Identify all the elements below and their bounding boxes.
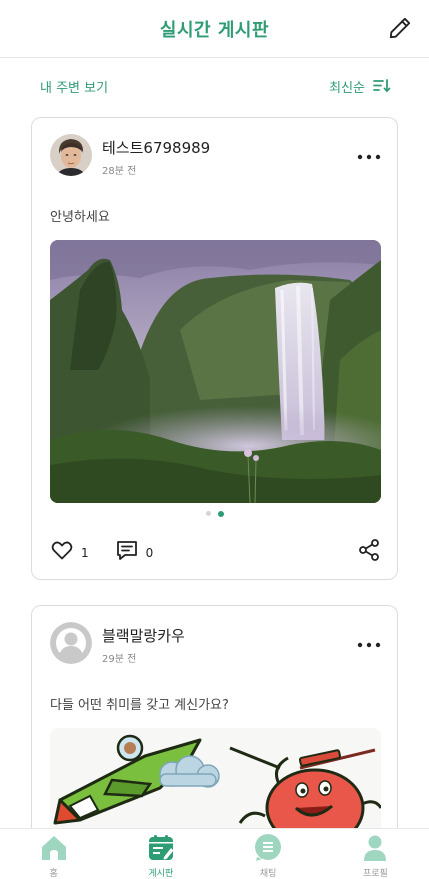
pencil-icon[interactable] (387, 15, 413, 41)
post-card[interactable]: 블랙말랑카우 29분 전 다들 어떤 취미를 갖고 계신가요? (31, 605, 398, 845)
post-author: 테스트6798989 (102, 139, 211, 157)
post-time: 29분 전 (102, 654, 137, 665)
post-content: 다들 어떤 취미를 갖고 계신가요? (50, 698, 229, 713)
board-icon (148, 835, 174, 860)
carousel-dot[interactable] (205, 511, 211, 516)
post-author: 블랙말랑카우 (102, 627, 185, 645)
comment-count: 0 (145, 546, 154, 560)
like-count: 1 (81, 546, 89, 560)
app-header: 실시간 게시판 (0, 0, 429, 58)
nav-profile[interactable]: 프로필 (322, 829, 429, 879)
post-time: 28분 전 (102, 166, 137, 177)
image-carousel-indicator (32, 510, 397, 517)
more-options-icon[interactable] (357, 642, 381, 648)
nav-home[interactable]: 홈 (0, 829, 107, 879)
nav-label-home: 홈 (49, 869, 58, 879)
share-icon[interactable] (357, 538, 381, 562)
nav-label-chat: 채팅 (259, 869, 277, 879)
carousel-dot-active[interactable] (217, 510, 224, 517)
profile-icon (364, 835, 387, 861)
chat-icon (255, 834, 282, 861)
home-icon (41, 836, 66, 860)
filter-bar: 내 주변 보기 최신순 (0, 66, 429, 106)
nav-chat[interactable]: 채팅 (215, 829, 322, 879)
sort-descending-icon (373, 79, 391, 93)
nav-label-board: 게시판 (148, 869, 174, 879)
avatar[interactable] (50, 622, 92, 664)
comment-icon (116, 541, 137, 560)
bottom-navigation: 홈 게시판 채팅 프로필 (0, 828, 429, 879)
sort-button[interactable]: 최신순 (329, 77, 391, 96)
heart-icon (51, 541, 73, 560)
post-content: 안녕하세요 (50, 210, 110, 225)
comment-button[interactable]: 0 (115, 538, 154, 562)
nav-board[interactable]: 게시판 (107, 829, 214, 879)
more-options-icon[interactable] (357, 154, 381, 160)
nearby-toggle[interactable]: 내 주변 보기 (40, 77, 108, 96)
post-card[interactable]: 테스트6798989 28분 전 안녕하세요 1 0 (31, 117, 398, 580)
post-actions: 1 0 (50, 538, 179, 562)
page-title: 실시간 게시판 (159, 19, 270, 41)
like-button[interactable]: 1 (50, 538, 89, 562)
sort-label: 최신순 (329, 80, 365, 96)
avatar[interactable] (50, 134, 92, 176)
nav-label-profile: 프로필 (362, 869, 388, 879)
post-image[interactable] (50, 240, 381, 503)
